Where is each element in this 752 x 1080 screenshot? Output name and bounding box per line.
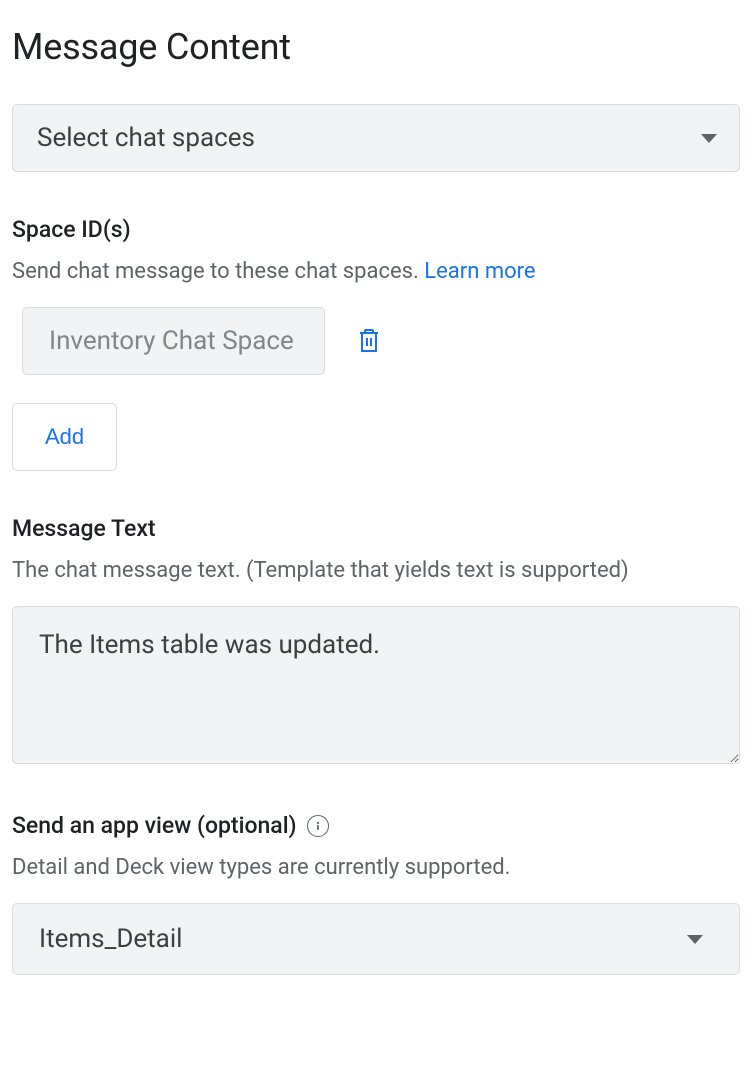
select-chat-spaces-placeholder: Select chat spaces [37, 123, 255, 153]
page-title: Message Content [12, 26, 740, 68]
app-view-description: Detail and Deck view types are currently… [12, 851, 740, 885]
select-chat-spaces-dropdown[interactable]: Select chat spaces [12, 104, 740, 172]
caret-down-icon [701, 134, 717, 143]
app-view-section: Send an app view (optional) Detail and D… [12, 812, 740, 975]
delete-space-button[interactable] [353, 323, 385, 359]
space-ids-description: Send chat message to these chat spaces. … [12, 255, 740, 289]
app-view-dropdown[interactable]: Items_Detail [12, 903, 740, 975]
app-view-label: Send an app view (optional) [12, 812, 297, 839]
space-id-input[interactable]: Inventory Chat Space [22, 307, 325, 375]
space-ids-label: Space ID(s) [12, 216, 740, 243]
message-text-section: Message Text The chat message text. (Tem… [12, 515, 740, 768]
space-ids-description-text: Send chat message to these chat spaces. [12, 259, 424, 284]
trash-icon [357, 327, 381, 355]
message-text-description: The chat message text. (Template that yi… [12, 554, 740, 588]
info-icon[interactable] [307, 815, 329, 837]
message-text-input[interactable] [12, 606, 740, 764]
learn-more-link[interactable]: Learn more [424, 259, 535, 284]
caret-down-icon [687, 935, 703, 944]
app-view-selected: Items_Detail [39, 924, 182, 954]
space-ids-section: Space ID(s) Send chat message to these c… [12, 216, 740, 471]
add-space-button[interactable]: Add [12, 403, 117, 471]
space-id-row: Inventory Chat Space [22, 307, 740, 375]
message-text-label: Message Text [12, 515, 740, 542]
